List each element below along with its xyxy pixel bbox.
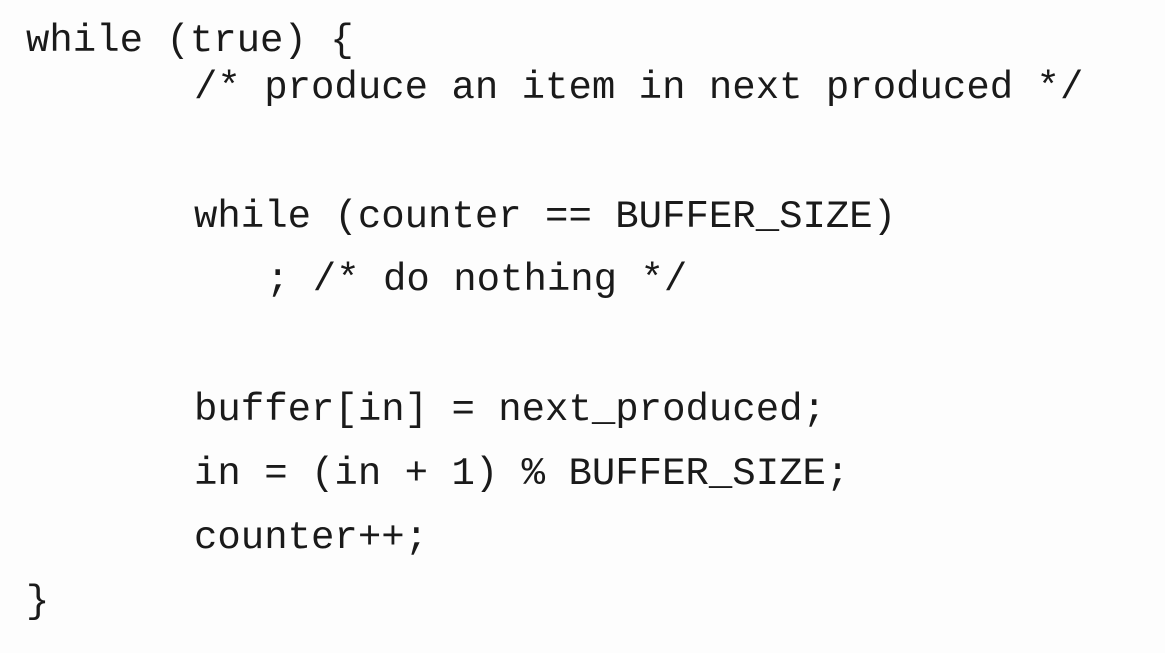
code-block: while (true) { /* produce an item in nex…: [0, 0, 1165, 653]
code-line-do-nothing: ; /* do nothing */: [266, 258, 688, 302]
code-line-closing-brace: }: [26, 580, 50, 624]
code-line-produce-comment: /* produce an item in next produced */: [194, 66, 1084, 110]
code-line-while-counter: while (counter == BUFFER_SIZE): [194, 195, 897, 239]
code-line-while-true: while (true) {: [26, 19, 354, 63]
code-line-counter-increment: counter++;: [194, 516, 429, 560]
code-line-in-increment: in = (in + 1) % BUFFER_SIZE;: [194, 452, 850, 496]
code-line-buffer-assign: buffer[in] = next_produced;: [194, 388, 826, 432]
